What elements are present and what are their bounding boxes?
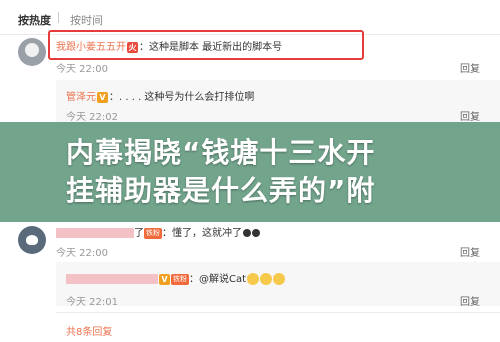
comment-4: V 铁粉 ：@解说Cat [66,270,286,285]
comment-1-time: 今天 22:00 [56,64,108,75]
avatar-penguin-icon [26,235,38,245]
banner-title: 内幕揭晓“钱塘十三水开 挂辅助器是什么弄的”附 [66,134,500,210]
cat-emoji-icon [247,273,260,285]
comment-1-username[interactable]: 我跟小姜五五开 [56,42,126,53]
comment-3-time: 今天 22:00 [56,248,108,259]
sort-by-hot[interactable]: 按热度 [18,12,51,28]
fan-badge: 铁粉 [144,227,162,239]
avatar-face-icon [25,43,39,57]
comment-2-text: ：. . . . 这种号为什么会打排位啊 [109,92,255,103]
comment-1: 我跟小姜五五开火：这种是脚本 最近新出的脚本号 [56,38,282,53]
comment-1-text: ：这种是脚本 最近新出的脚本号 [139,42,283,53]
more-replies-link[interactable]: 共8条回复 [66,323,112,338]
comment-2-username[interactable]: 管泽元 [66,92,96,103]
fan-badge: 铁粉 [171,273,189,285]
verified-badge-icon: V [159,273,170,285]
verified-badge-icon: V [97,91,108,103]
comment-4-text: ：@解说Cat [189,274,247,285]
avatar[interactable] [18,38,46,66]
banner-title-line-1: 内幕揭晓“钱塘十三水开 [66,136,376,169]
emoji-icon [252,229,260,237]
emoji-icon [243,229,251,237]
sort-separator [58,12,59,23]
comment-3-text: ：懂了，这就冲了 [162,228,242,239]
cat-emoji-icon [273,273,286,285]
comment-3-reply-button[interactable]: 回复 [460,244,480,259]
sort-by-time[interactable]: 按时间 [70,12,103,28]
comment-3: 了铁粉 ：懂了，这就冲了 [56,224,260,239]
divider [56,312,500,313]
cat-emoji-icon [260,273,273,285]
comment-4-reply-button[interactable]: 回复 [460,293,480,308]
blurred-username [56,228,134,238]
comment-4-time: 今天 22:01 [66,297,118,308]
comment-2-time: 今天 22:02 [66,112,118,123]
fire-badge-icon: 火 [127,41,138,53]
comment-3-badge: 了 [134,228,144,239]
banner-title-line-2: 挂辅助器是什么弄的”附 [66,174,376,207]
avatar[interactable] [18,226,46,254]
blurred-username [66,274,158,284]
comment-1-reply-button[interactable]: 回复 [460,60,480,75]
comment-2: 管泽元 V：. . . . 这种号为什么会打排位啊 [66,88,254,103]
comment-2-reply-button[interactable]: 回复 [460,108,480,123]
